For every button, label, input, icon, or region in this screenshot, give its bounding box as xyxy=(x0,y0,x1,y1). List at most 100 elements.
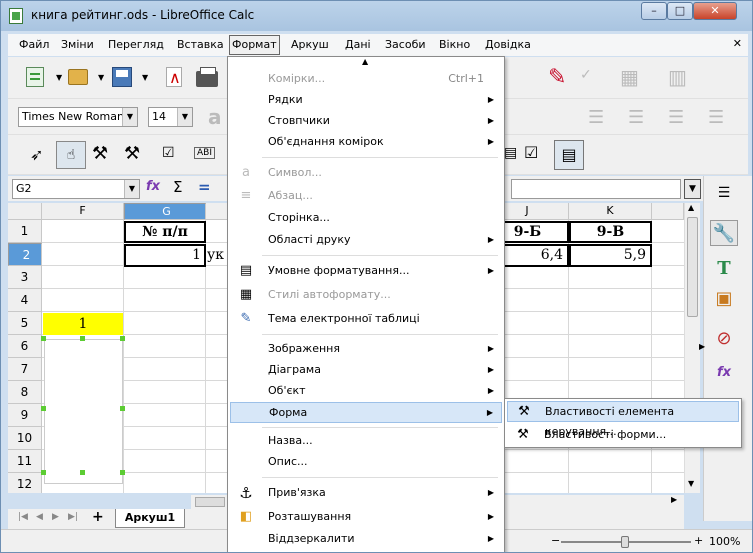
maximize-button[interactable]: □ xyxy=(667,2,693,20)
vertical-scroll-thumb[interactable] xyxy=(687,217,698,317)
cell-f5[interactable]: 1 xyxy=(43,313,123,335)
sum-icon[interactable]: Σ xyxy=(173,178,182,196)
form-properties-icon[interactable]: ⚒ xyxy=(124,143,140,164)
selection-handle[interactable] xyxy=(120,406,125,411)
chevron-down-icon[interactable]: ▼ xyxy=(122,108,137,126)
open-folder-icon[interactable] xyxy=(68,69,88,85)
menu-item-print-ranges[interactable]: Області друку ▶ xyxy=(230,230,502,251)
cell-k1[interactable]: 9-В xyxy=(569,221,652,243)
menu-item-page[interactable]: Сторінка... xyxy=(230,208,502,229)
menu-format[interactable]: Формат xyxy=(229,35,280,55)
form-control-listbox[interactable] xyxy=(44,339,123,484)
new-spreadsheet-icon[interactable] xyxy=(26,67,44,87)
row-header[interactable]: 5 xyxy=(8,312,42,335)
functions-icon[interactable]: fx xyxy=(710,360,738,386)
print-icon[interactable] xyxy=(196,67,218,87)
corner-select-all[interactable] xyxy=(8,203,42,220)
chevron-down-icon[interactable]: ▼ xyxy=(177,108,192,126)
navigator-icon[interactable]: ⊘ xyxy=(710,326,738,352)
cell-g2[interactable]: 1 xyxy=(124,244,206,267)
align-right-icon[interactable]: ☰ xyxy=(668,107,684,128)
menu-item-chart[interactable]: Діаграма ▶ xyxy=(230,360,502,381)
menu-item-form[interactable]: Форма ▶ xyxy=(230,402,502,423)
menu-item-arrange[interactable]: ◧ Розташування ▶ xyxy=(230,507,502,528)
chevron-down-icon[interactable]: ▼ xyxy=(124,180,139,198)
row-header[interactable]: 3 xyxy=(8,266,42,289)
function-wizard-icon[interactable]: fx xyxy=(146,179,160,194)
menu-insert[interactable]: Вставка xyxy=(174,37,227,54)
toggle-icon[interactable]: ☑ xyxy=(524,143,538,162)
column-icon[interactable]: ▥ xyxy=(668,65,687,89)
selection-handle[interactable] xyxy=(80,336,85,341)
row-header[interactable]: 10 xyxy=(8,427,42,450)
menu-data[interactable]: Дані xyxy=(342,37,374,54)
add-sheet-button[interactable]: + xyxy=(92,509,104,525)
menu-item-form-properties[interactable]: ⚒ Властивості форми... xyxy=(507,425,739,446)
menu-item-name[interactable]: Назва... xyxy=(230,431,502,452)
export-pdf-icon[interactable] xyxy=(166,67,182,87)
close-document-icon[interactable]: ✕ xyxy=(733,37,742,50)
more-controls-icon[interactable]: ▤ xyxy=(554,140,584,170)
vertical-scrollbar[interactable]: ▲ ▼ xyxy=(684,203,700,493)
menu-tools[interactable]: Засоби xyxy=(382,37,429,54)
first-sheet-icon[interactable]: |◀ xyxy=(18,512,28,522)
menu-item-merge-cells[interactable]: Об'єднання комірок ▶ xyxy=(230,132,502,153)
align-left-icon[interactable]: ☰ xyxy=(588,107,604,128)
selection-handle[interactable] xyxy=(41,470,46,475)
font-name-select[interactable]: Times New Roman ▼ xyxy=(18,107,138,127)
last-sheet-icon[interactable]: ▶| xyxy=(68,512,78,522)
name-box[interactable]: G2 ▼ xyxy=(12,179,140,199)
prev-sheet-icon[interactable]: ◀ xyxy=(36,512,43,522)
menu-item-conditional-formatting[interactable]: ▤ Умовне форматування... ▶ xyxy=(230,261,502,282)
scroll-down-icon[interactable]: ▼ xyxy=(688,479,694,488)
align-center-icon[interactable]: ☰ xyxy=(628,107,644,128)
formula-input[interactable] xyxy=(511,179,681,199)
cell-g1[interactable]: № п/п xyxy=(124,221,206,243)
save-dropdown-icon[interactable]: ▼ xyxy=(142,73,148,82)
expand-formula-icon[interactable]: ▼ xyxy=(684,179,701,199)
option-button-icon[interactable]: ▤ xyxy=(504,145,517,161)
sidebar-menu-icon[interactable]: ☰ xyxy=(710,180,738,206)
properties-icon[interactable]: 🔧 xyxy=(710,220,738,246)
scroll-right-icon[interactable]: ▶ xyxy=(671,495,677,504)
save-icon[interactable] xyxy=(112,67,132,87)
row-header[interactable]: 8 xyxy=(8,381,42,404)
label-field-icon[interactable]: ABI xyxy=(194,147,215,159)
formula-icon[interactable]: = xyxy=(198,178,211,196)
menu-item-description[interactable]: Опис... xyxy=(230,452,502,473)
design-mode-icon[interactable]: ☝ xyxy=(56,141,86,169)
menu-item-flip[interactable]: Віддзеркалити ▶ xyxy=(230,529,502,550)
menu-item-rows[interactable]: Рядки ▶ xyxy=(230,90,502,111)
column-header-f[interactable]: F xyxy=(42,203,124,220)
control-properties-icon[interactable]: ⚒ xyxy=(92,143,108,164)
menu-sheet[interactable]: Аркуш xyxy=(288,37,332,54)
selection-handle[interactable] xyxy=(41,406,46,411)
column-header-k[interactable]: K xyxy=(569,203,652,220)
font-size-select[interactable]: 14 ▼ xyxy=(148,107,193,127)
row-header[interactable]: 7 xyxy=(8,358,42,381)
menu-view[interactable]: Перегляд xyxy=(105,37,167,54)
row-header[interactable]: 1 xyxy=(8,220,42,243)
zoom-level[interactable]: 100% xyxy=(709,535,740,548)
menu-window[interactable]: Вікно xyxy=(436,37,473,54)
styles-icon[interactable]: T xyxy=(710,256,738,282)
horizontal-scroll-thumb[interactable] xyxy=(195,497,225,507)
zoom-out-icon[interactable]: − xyxy=(551,534,560,547)
menu-item-cells[interactable]: Комірки... Ctrl+1 xyxy=(230,69,502,90)
gallery-icon[interactable]: ▣ xyxy=(710,286,738,312)
row-icon[interactable]: ▦ xyxy=(620,65,639,89)
row-header[interactable]: 2 xyxy=(8,243,42,266)
menu-item-object[interactable]: Об'єкт ▶ xyxy=(230,381,502,402)
menu-item-paragraph[interactable]: ≡ Абзац... xyxy=(230,186,502,207)
menu-item-autoformat-styles[interactable]: ▦ Стилі автоформату... xyxy=(230,285,502,306)
selection-handle[interactable] xyxy=(120,336,125,341)
minimize-button[interactable]: – xyxy=(641,2,667,20)
find-replace-icon[interactable]: ✎ xyxy=(548,65,566,90)
spellcheck-icon[interactable]: ✓ xyxy=(580,67,592,83)
menu-item-character[interactable]: a Символ... xyxy=(230,163,502,184)
checkbox-icon[interactable]: ☑ xyxy=(162,145,175,161)
menu-item-spreadsheet-theme[interactable]: ✎ Тема електронної таблиці xyxy=(230,309,502,330)
scroll-up-icon[interactable]: ▲ xyxy=(688,203,694,212)
menu-scroll-up-icon[interactable]: ▲ xyxy=(362,57,368,66)
menu-file[interactable]: Файл xyxy=(16,37,52,54)
